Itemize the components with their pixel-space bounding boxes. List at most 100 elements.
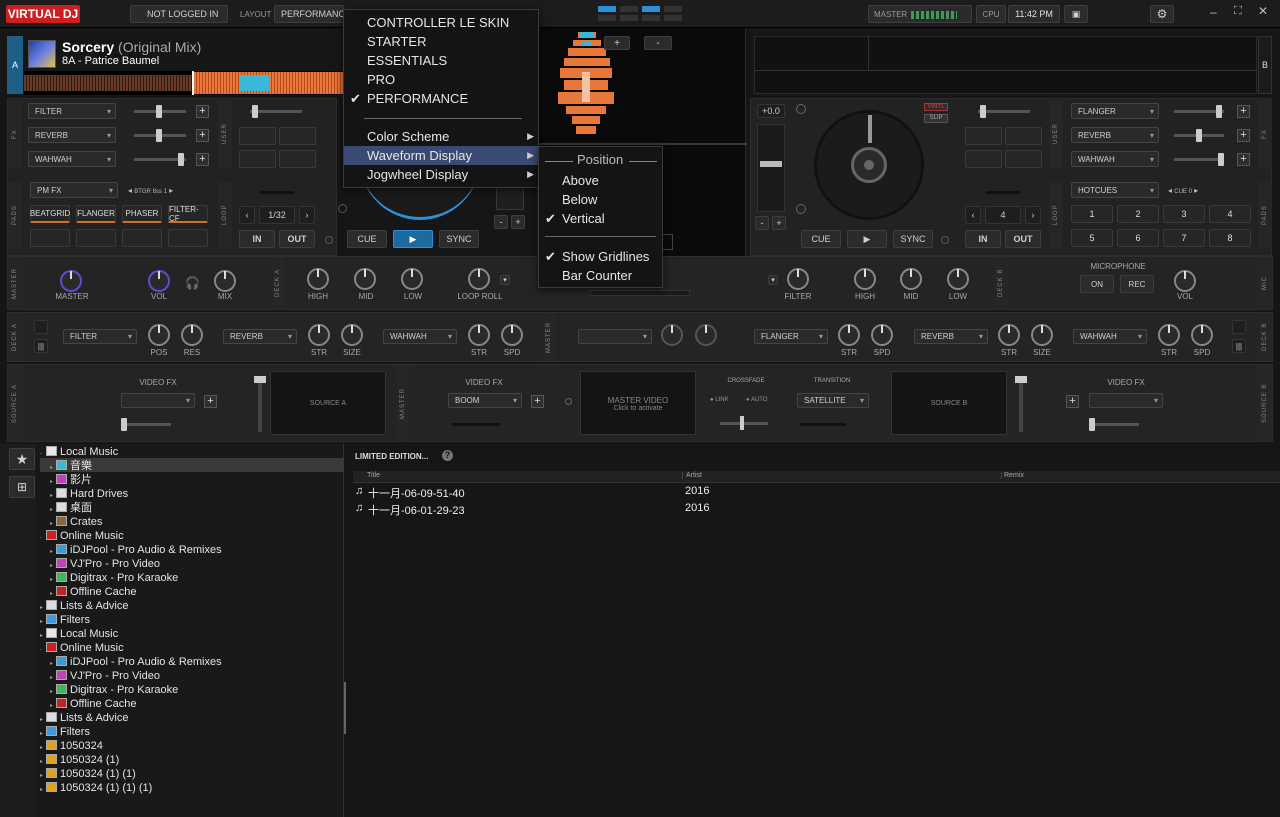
deck-b-fx3-slider[interactable] <box>1174 153 1224 166</box>
login-button[interactable]: NOT LOGGED IN <box>130 5 228 23</box>
deck-a-pad-2[interactable]: FLANGER <box>76 205 116 223</box>
headphone-mix-knob[interactable] <box>214 270 236 292</box>
menu-item-color-scheme[interactable]: Color Scheme ▶ <box>344 127 538 146</box>
tree-item[interactable]: ▸ 1050324 <box>40 739 103 753</box>
deck-a-fxrow-3-select[interactable]: WAHWAH <box>383 329 457 344</box>
recorder-icon[interactable]: ▣ <box>1064 5 1088 23</box>
video-link-toggle[interactable]: ● LINK <box>710 397 729 403</box>
crossfader-track[interactable] <box>590 290 690 296</box>
mic-volume-knob[interactable] <box>1174 270 1196 292</box>
video-fx-a-slider[interactable] <box>121 418 171 431</box>
submenu-item-above[interactable]: Above <box>539 171 662 190</box>
tree-item[interactable]: ▸ Filters <box>40 613 90 627</box>
tree-item[interactable]: ▸ Offline Cache <box>50 585 136 599</box>
waveform-zoom-in[interactable]: + <box>604 36 630 50</box>
deck-b-pad-page[interactable]: ◂ CUE 0 ▸ <box>1168 186 1198 195</box>
deck-b-hotcue-pad-6[interactable]: 6 <box>1117 229 1159 247</box>
deck-b-loop-icon[interactable] <box>796 204 806 214</box>
deck-b-fx2-select[interactable]: REVERB <box>1071 127 1159 143</box>
deck-b-slip-button[interactable]: SLIP <box>924 114 948 123</box>
deck-a-cue-button[interactable]: CUE <box>347 230 387 248</box>
deck-b-fxrow-2-knob-2[interactable] <box>1031 324 1053 346</box>
video-fx-b-select[interactable] <box>1089 393 1163 408</box>
tree-item[interactable]: - Online Music <box>40 641 124 655</box>
tree-item[interactable]: ▸ Filters <box>40 725 90 739</box>
deck-a-key-lock[interactable] <box>338 204 347 213</box>
submenu-item-vertical[interactable]: ✔ Vertical <box>539 209 662 228</box>
deck-b-fx2-add[interactable]: + <box>1237 129 1250 142</box>
favorites-star-icon[interactable]: ★ <box>9 448 35 470</box>
tree-item[interactable]: ▸ 1050324 (1) (1) (1) <box>40 781 152 795</box>
deck-a-fx2-slider[interactable] <box>134 129 186 142</box>
deck-a-pad-3[interactable]: PHASER <box>122 205 162 223</box>
tree-item[interactable]: ▸ iDJPool - Pro Audio & Remixes <box>50 655 222 669</box>
deck-b-fxrow-1-knob-2[interactable] <box>871 324 893 346</box>
layout-select[interactable]: PERFORMANCE <box>274 5 351 23</box>
transition-select[interactable]: SATELLITE <box>797 393 869 408</box>
master-fx-select[interactable] <box>578 329 652 344</box>
deck-b-hotcue-pad-2[interactable]: 2 <box>1117 205 1159 223</box>
deck-a-overview-waveform[interactable] <box>24 71 344 95</box>
deck-b-hotcue-pad-4[interactable]: 4 <box>1209 205 1251 223</box>
video-fx-b-add[interactable]: + <box>1066 395 1079 408</box>
deck-b-fxrow-2-select[interactable]: REVERB <box>914 329 988 344</box>
deck-b-filter-knob[interactable] <box>787 268 809 290</box>
deck-b-pitch-minus[interactable]: - <box>755 216 769 230</box>
deck-a-fx3-select[interactable]: WAHWAH <box>28 151 116 167</box>
deck-b-eq-low[interactable] <box>947 268 969 290</box>
deck-a-pad-7[interactable] <box>122 229 162 247</box>
tree-item[interactable]: ▸ Crates <box>50 515 102 529</box>
tree-item[interactable]: ▸ iDJPool - Pro Audio & Remixes <box>50 543 222 557</box>
deck-a-pad-page[interactable]: ◂ BTGR 8ss 1 ▸ <box>128 186 173 195</box>
deck-b-fx2-slider[interactable] <box>1174 129 1224 142</box>
tree-item[interactable]: ▸ Hard Drives <box>50 487 128 501</box>
deck-b-user-pad-2[interactable] <box>1005 127 1042 145</box>
deck-a-fxrow-1-select[interactable]: FILTER <box>63 329 137 344</box>
headphone-volume-knob[interactable] <box>148 270 170 292</box>
deck-a-pad-8[interactable] <box>168 229 208 247</box>
deck-a-pad-mode-select[interactable]: PM FX <box>30 182 118 198</box>
tree-item[interactable]: ▸ 1050324 (1) (1) <box>40 767 136 781</box>
deck-a-fxrow-2-knob-1[interactable] <box>308 324 330 346</box>
deck-b-fxrow-3-knob-1[interactable] <box>1158 324 1180 346</box>
deck-b-fxrow-3-select[interactable]: WAHWAH <box>1073 329 1147 344</box>
deck-b-key-lock[interactable] <box>796 104 806 114</box>
deck-a-sync-button[interactable]: SYNC <box>439 230 479 248</box>
submenu-item-bar-counter[interactable]: Bar Counter <box>539 266 662 285</box>
video-fx-master-add[interactable]: + <box>531 395 544 408</box>
deck-a-fx2-select[interactable]: REVERB <box>28 127 116 143</box>
deck-b-loop-half[interactable]: ‹ <box>965 206 981 224</box>
master-volume-knob[interactable] <box>60 270 82 292</box>
deck-a-fx3-slider[interactable] <box>134 153 186 166</box>
video-fx-master-select[interactable]: BOOM <box>448 393 522 408</box>
deck-a-loop-roll-arrow[interactable]: ▾ <box>500 275 510 285</box>
deck-b-jogwheel[interactable] <box>814 110 924 220</box>
deck-b-sync-dot[interactable] <box>941 236 949 244</box>
deck-a-user-pad-1[interactable] <box>239 127 276 145</box>
deck-a-fx-toggle-1[interactable] <box>34 320 48 334</box>
menu-item-controller-le-skin[interactable]: CONTROLLER LE SKIN <box>344 13 538 32</box>
deck-a-fxrow-2-select[interactable]: REVERB <box>223 329 297 344</box>
deck-a-loop-size[interactable]: 1/32 <box>259 206 295 224</box>
deck-b-user-pad-1[interactable] <box>965 127 1002 145</box>
master-fx-knob-1[interactable] <box>661 324 683 346</box>
video-master-dot[interactable] <box>565 398 572 405</box>
tree-item[interactable]: ▸ VJ'Pro - Pro Video <box>50 557 160 571</box>
menu-item-performance[interactable]: ✔ PERFORMANCE <box>344 89 538 108</box>
deck-b-loop-out[interactable]: OUT <box>1005 230 1041 248</box>
deck-a-user-pad-2[interactable] <box>279 127 316 145</box>
deck-b-hotcue-pad-1[interactable]: 1 <box>1071 205 1113 223</box>
deck-b-hotcue-pad-3[interactable]: 3 <box>1163 205 1205 223</box>
tree-item[interactable]: - Local Music <box>40 445 118 459</box>
deck-b-fx1-select[interactable]: FLANGER <box>1071 103 1159 119</box>
deck-a-letter[interactable]: A <box>7 36 23 94</box>
deck-b-loop-in[interactable]: IN <box>965 230 1001 248</box>
tree-item[interactable]: ▸ 影片 <box>50 473 92 487</box>
menu-item-jogwheel-display[interactable]: Jogwheel Display ▶ <box>344 165 538 184</box>
master-fx-knob-2[interactable] <box>695 324 717 346</box>
tree-item[interactable]: ▸ Local Music <box>40 627 118 641</box>
deck-b-letter[interactable]: B <box>1258 36 1272 94</box>
deck-a-loop-half[interactable]: ‹ <box>239 206 255 224</box>
deck-a-fx1-slider[interactable] <box>134 105 186 118</box>
video-fx-b-slider[interactable] <box>1089 418 1139 431</box>
